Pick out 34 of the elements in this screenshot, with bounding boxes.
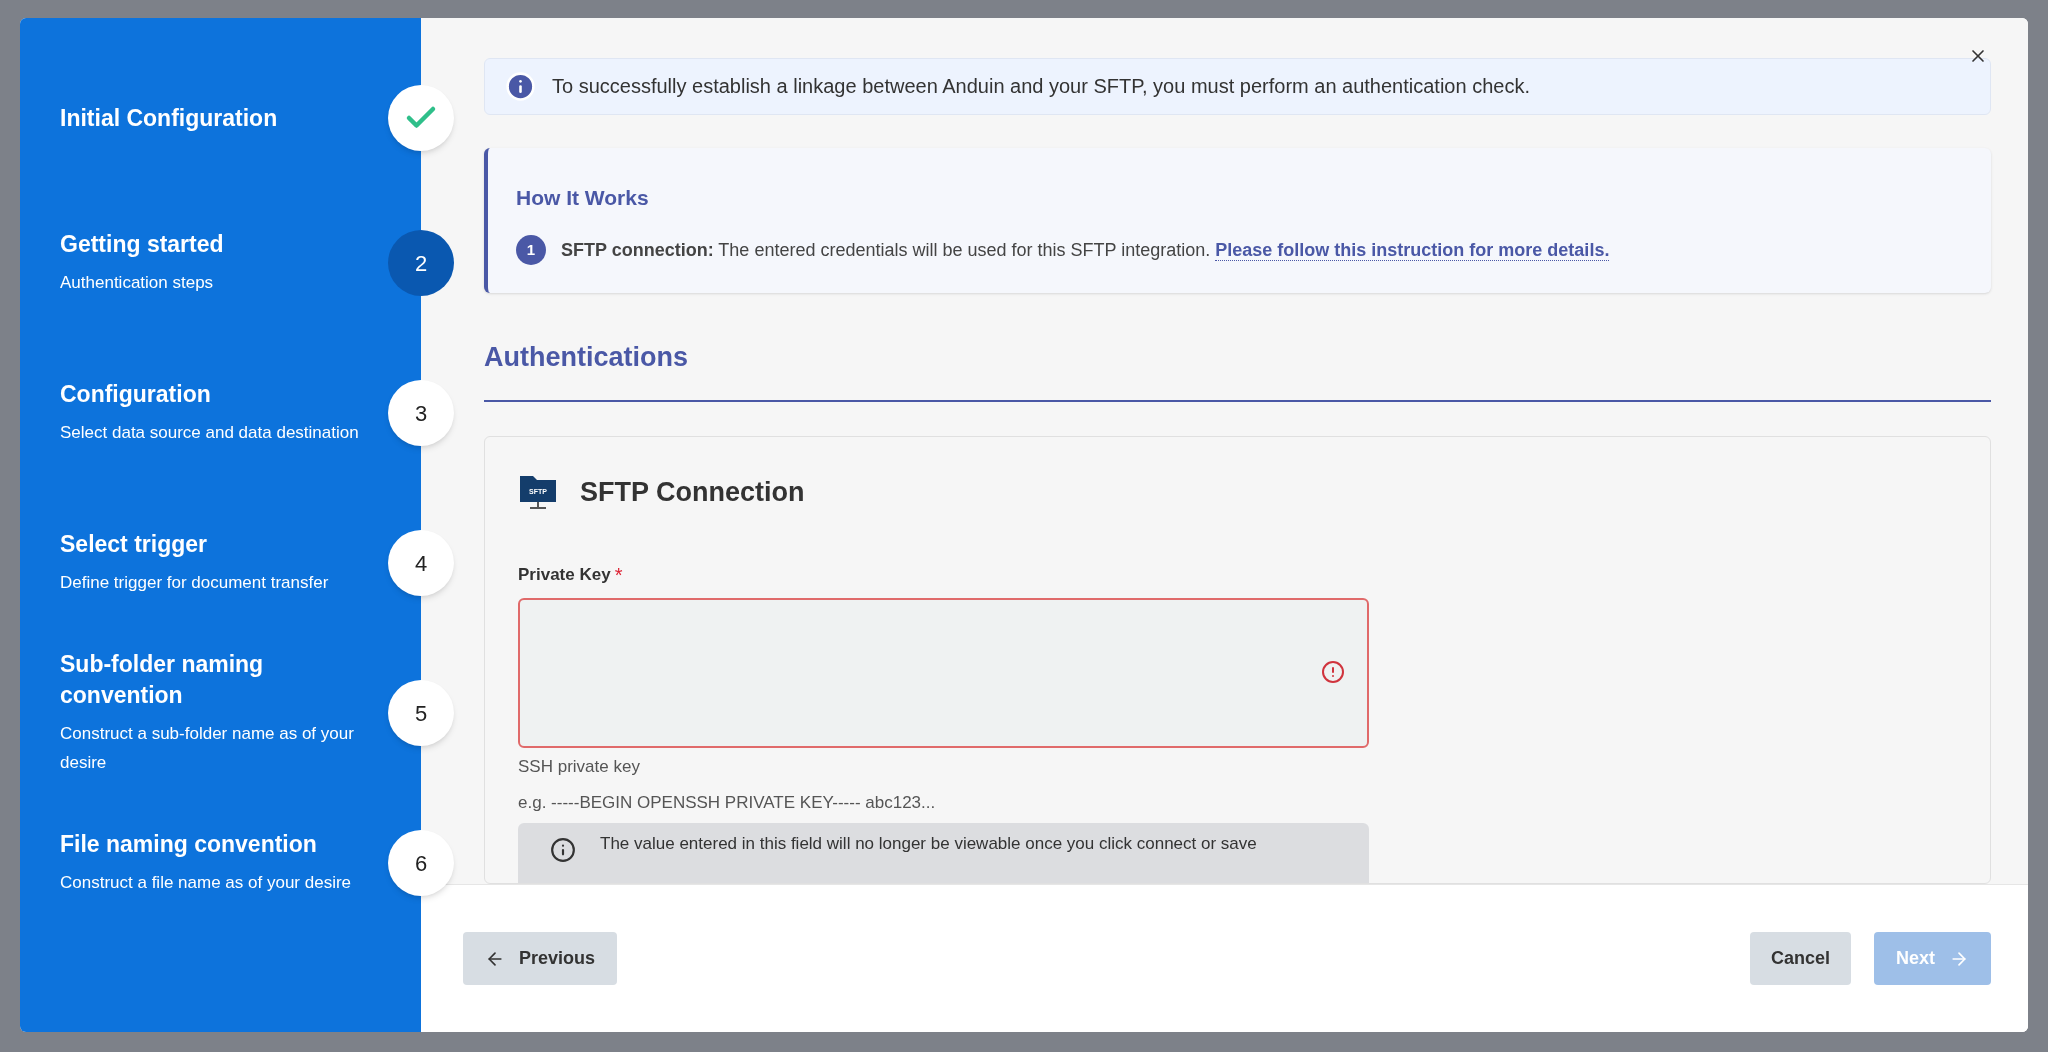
step-indicator: 5: [388, 680, 454, 746]
private-key-field[interactable]: [518, 598, 1369, 748]
step-indicator: 4: [388, 530, 454, 596]
step-title: File naming convention: [60, 830, 318, 859]
error-icon: [1321, 660, 1345, 684]
step-indicator: 3: [388, 380, 454, 446]
step-title: Getting started: [60, 230, 225, 259]
instruction-text: SFTP connection: The entered credentials will be used for this SFTP integration. Please follow this instruction for more details.: [561, 238, 1610, 263]
step-title: Initial Configuration: [60, 103, 279, 133]
note-text: The value entered in this field will no longer be viewable once you click connect or save: [600, 833, 1257, 855]
step-title: Configuration: [60, 380, 212, 409]
info-text: To successfully establish a linkage between Anduin and your SFTP, you must perform an authentication check.: [552, 74, 1530, 100]
connection-title: SFTP Connection: [580, 475, 805, 509]
required-asterisk: *: [614, 563, 623, 588]
cancel-button[interactable]: Cancel: [1749, 932, 1851, 985]
section-title: Authentications: [484, 341, 689, 374]
step-indicator: 6: [388, 830, 454, 896]
step-number: 1: [516, 235, 546, 266]
card-title: How It Works: [516, 184, 650, 211]
step-subtitle: Define trigger for document transfer: [60, 572, 330, 594]
step-subtitle: Construct a file name as of your desire: [60, 872, 353, 894]
info-icon: [550, 837, 576, 863]
instruction-link[interactable]: Please follow this instruction for more details.: [1215, 239, 1610, 261]
step-indicator: 2: [388, 230, 454, 296]
previous-button[interactable]: Previous: [463, 932, 618, 985]
step-title: Select trigger: [60, 530, 208, 559]
info-icon: [505, 70, 536, 102]
example-text: e.g. -----BEGIN OPENSSH PRIVATE KEY----- abc123...: [518, 791, 937, 814]
step-subtitle: Authentication steps: [60, 272, 215, 294]
helper-text: SSH private key: [518, 756, 641, 778]
field-label: Private Key: [518, 564, 611, 587]
step-title: Sub-folder naming convention: [60, 650, 265, 710]
step-subtitle: Construct a sub-folder name as of your desire: [60, 723, 355, 774]
step-subtitle: Select data source and data destination: [60, 422, 360, 444]
